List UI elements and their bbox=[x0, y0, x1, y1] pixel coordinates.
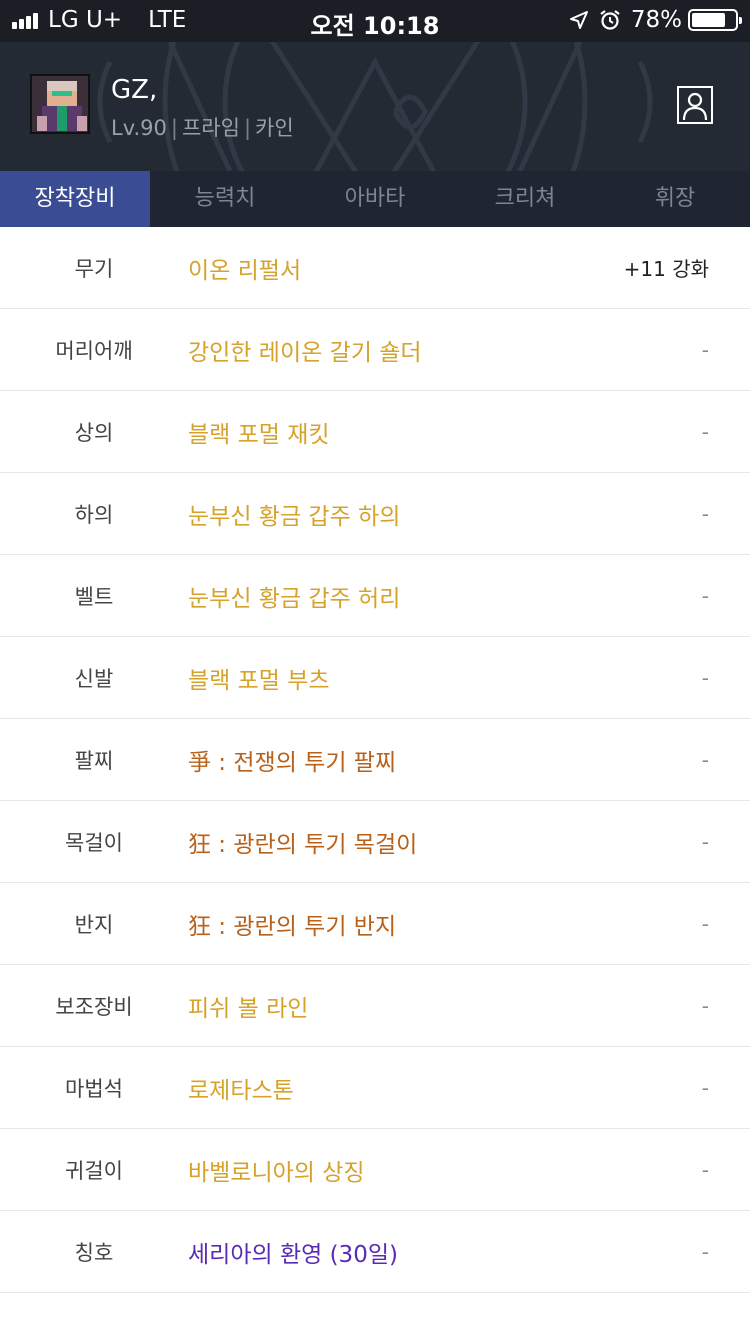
equipment-item-name[interactable]: 피쉬 볼 라인 bbox=[188, 989, 750, 1023]
equipment-row[interactable]: 하의 눈부신 황금 갑주 하의 - bbox=[0, 473, 750, 555]
equipment-item-name[interactable]: 狂 : 광란의 투기 반지 bbox=[188, 907, 750, 941]
equipment-enhancement: - bbox=[701, 583, 709, 608]
equipment-enhancement: - bbox=[701, 419, 709, 444]
equipment-row[interactable]: 칭호 세리아의 환영 (30일) - bbox=[0, 1211, 750, 1293]
equipment-item-name[interactable]: 바벨로니아의 상징 bbox=[188, 1153, 750, 1187]
equipment-enhancement: - bbox=[701, 829, 709, 854]
equipment-slot-label: 귀걸이 bbox=[65, 1158, 123, 1183]
equipment-slot-label: 신발 bbox=[74, 666, 114, 691]
equipment-item-name[interactable]: 눈부신 황금 갑주 허리 bbox=[188, 579, 750, 613]
tab-stats[interactable]: 능력치 bbox=[150, 171, 300, 227]
equipment-slot-label: 팔찌 bbox=[74, 748, 114, 773]
character-level: Lv.90 bbox=[111, 116, 167, 140]
equipment-slot-label: 목걸이 bbox=[65, 830, 123, 855]
equipment-enhancement: +11 강화 bbox=[623, 257, 709, 281]
equipment-enhancement: - bbox=[701, 501, 709, 526]
equipment-row[interactable]: 보조장비 피쉬 볼 라인 - bbox=[0, 965, 750, 1047]
equipment-enhancement: - bbox=[701, 747, 709, 772]
equipment-slot-label: 무기 bbox=[74, 256, 114, 281]
equipment-slot-label: 보조장비 bbox=[55, 994, 133, 1019]
status-bar: LG U+ LTE 오전 10:18 78% bbox=[0, 0, 750, 42]
equipment-enhancement: - bbox=[701, 1239, 709, 1264]
character-avatar-icon bbox=[32, 76, 88, 132]
equipment-row[interactable]: 목걸이 狂 : 광란의 투기 목걸이 - bbox=[0, 801, 750, 883]
tab-creature[interactable]: 크리쳐 bbox=[450, 171, 600, 227]
equipment-row[interactable]: 귀걸이 바벨로니아의 상징 - bbox=[0, 1129, 750, 1211]
equipment-enhancement: - bbox=[701, 1075, 709, 1100]
character-header: GZ, Lv.90 | 프라임 | 카인 bbox=[0, 42, 750, 171]
equipment-item-name[interactable]: 블랙 포멀 부츠 bbox=[188, 661, 750, 695]
equipment-item-name[interactable]: 눈부신 황금 갑주 하의 bbox=[188, 497, 750, 531]
background-pattern bbox=[97, 42, 653, 171]
tab-avatar[interactable]: 아바타 bbox=[300, 171, 450, 227]
equipment-slot-label: 상의 bbox=[74, 420, 114, 445]
equipment-enhancement: - bbox=[701, 911, 709, 936]
equipment-row[interactable]: 상의 블랙 포멀 재킷 - bbox=[0, 391, 750, 473]
character-name: GZ, bbox=[111, 75, 158, 105]
equipment-slot-label: 마법석 bbox=[65, 1076, 123, 1101]
equipment-slot-label: 칭호 bbox=[74, 1240, 114, 1265]
equipment-item-name[interactable]: 狂 : 광란의 투기 목걸이 bbox=[188, 825, 750, 859]
tab-equipment[interactable]: 장착장비 bbox=[0, 171, 150, 227]
character-info: Lv.90 | 프라임 | 카인 bbox=[111, 116, 294, 140]
equipment-row[interactable]: 벨트 눈부신 황금 갑주 허리 - bbox=[0, 555, 750, 637]
equipment-item-name[interactable]: 로제타스톤 bbox=[188, 1071, 750, 1105]
tab-bar: 장착장비 능력치 아바타 크리쳐 휘장 bbox=[0, 171, 750, 227]
tab-emblem[interactable]: 휘장 bbox=[600, 171, 750, 227]
location-arrow-icon bbox=[569, 11, 588, 29]
equipment-row[interactable]: 신발 블랙 포멀 부츠 - bbox=[0, 637, 750, 719]
equipment-item-name[interactable]: 爭 : 전쟁의 투기 팔찌 bbox=[188, 743, 750, 777]
character-server: 카인 bbox=[255, 116, 294, 140]
equipment-list: 무기 이온 리펄서 +11 강화 머리어깨 강인한 레이온 갈기 숄더 - 상의 블랙 포멀 … bbox=[0, 227, 750, 1293]
equipment-item-name[interactable]: 세리아의 환영 (30일) bbox=[188, 1235, 750, 1269]
equipment-item-name[interactable]: 강인한 레이온 갈기 숄더 bbox=[188, 333, 750, 367]
equipment-row[interactable]: 반지 狂 : 광란의 투기 반지 - bbox=[0, 883, 750, 965]
person-icon bbox=[682, 92, 708, 121]
equipment-enhancement: - bbox=[701, 665, 709, 690]
battery-icon bbox=[688, 9, 742, 31]
equipment-enhancement: - bbox=[701, 993, 709, 1018]
equipment-slot-label: 반지 bbox=[74, 912, 114, 937]
equipment-slot-label: 머리어깨 bbox=[55, 338, 133, 363]
equipment-row[interactable]: 마법석 로제타스톤 - bbox=[0, 1047, 750, 1129]
equipment-slot-label: 하의 bbox=[74, 502, 114, 527]
equipment-row[interactable]: 무기 이온 리펄서 +11 강화 bbox=[0, 227, 750, 309]
status-right: 78% bbox=[569, 7, 742, 33]
equipment-enhancement: - bbox=[701, 1157, 709, 1182]
equipment-row[interactable]: 머리어깨 강인한 레이온 갈기 숄더 - bbox=[0, 309, 750, 391]
equipment-item-name[interactable]: 블랙 포멀 재킷 bbox=[188, 415, 750, 449]
alarm-clock-icon bbox=[600, 10, 620, 30]
equipment-slot-label: 벨트 bbox=[74, 584, 114, 609]
equipment-row[interactable]: 팔찌 爭 : 전쟁의 투기 팔찌 - bbox=[0, 719, 750, 801]
equipment-enhancement: - bbox=[701, 337, 709, 362]
character-avatar[interactable] bbox=[30, 74, 90, 134]
character-class: 프라임 bbox=[181, 116, 240, 140]
battery-fill bbox=[692, 13, 725, 27]
profile-button[interactable] bbox=[677, 86, 713, 124]
battery-percent: 78% bbox=[630, 7, 682, 33]
